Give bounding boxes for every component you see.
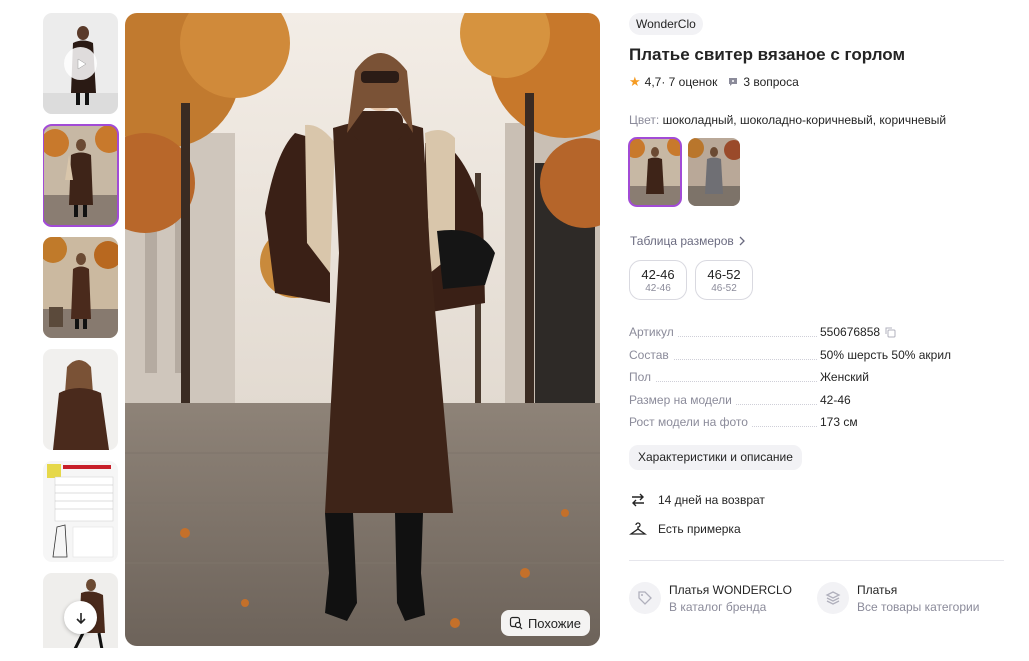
- main-product-photo[interactable]: Похожие: [125, 13, 600, 646]
- product-image: [125, 13, 600, 646]
- similar-products-button[interactable]: Похожие: [500, 610, 590, 636]
- brand-link[interactable]: WonderClo: [629, 13, 703, 35]
- size-ru-label: 42-46: [645, 283, 671, 294]
- color-label: Цвет:: [629, 113, 660, 127]
- questions-count: 3 вопроса: [743, 75, 799, 89]
- spec-key: Размер на модели: [629, 393, 736, 407]
- tag-icon: [638, 591, 652, 605]
- color-swatch-brown[interactable]: [628, 137, 682, 207]
- spec-row-model-height: Рост модели на фото 173 см: [629, 415, 929, 431]
- image-search-icon: [509, 616, 523, 630]
- star-icon: ★: [629, 74, 641, 89]
- link-title: Платья: [857, 582, 898, 597]
- thumbnail-video[interactable]: [43, 13, 118, 114]
- thumbnail-photo-3[interactable]: [43, 349, 118, 450]
- thumbnail-size-chart[interactable]: [43, 461, 118, 562]
- size-label: 46-52: [707, 267, 741, 282]
- spec-key: Состав: [629, 348, 673, 362]
- thumbnail-photo-2[interactable]: [43, 237, 118, 338]
- feature-fitting: Есть примерка: [629, 520, 741, 538]
- return-arrows-icon: [632, 493, 644, 507]
- divider: [629, 560, 1004, 561]
- category-link[interactable]: Платья Все товары категории: [817, 582, 979, 614]
- spec-value: 42-46: [820, 393, 851, 407]
- size-option-1[interactable]: 42-46 42-46: [629, 260, 687, 300]
- size-table-link[interactable]: Таблица размеров: [630, 234, 746, 248]
- spec-key: Артикул: [629, 325, 678, 339]
- reviews-count[interactable]: · 7 оценок: [661, 75, 717, 89]
- spec-value: Женский: [820, 370, 869, 384]
- spec-key: Рост модели на фото: [629, 415, 752, 429]
- spec-value: 550676858: [820, 325, 896, 339]
- copy-icon[interactable]: [885, 327, 896, 338]
- swatch-image: [688, 138, 740, 206]
- spec-row-model-size: Размер на модели 42-46: [629, 393, 929, 409]
- thumbnail-image: [43, 125, 118, 226]
- thumbnail-image: [43, 461, 118, 562]
- spec-value: 50% шерсть 50% акрил: [820, 348, 952, 362]
- rating-row: ★ 4,7 · 7 оценок 3 вопроса: [629, 74, 799, 90]
- spec-row-gender: Пол Женский: [629, 370, 929, 386]
- questions-link[interactable]: 3 вопроса: [727, 75, 799, 89]
- spec-value: 173 см: [820, 415, 858, 429]
- thumbnail-strip: [43, 13, 119, 648]
- product-title: Платье свитер вязаное с горлом: [629, 45, 906, 64]
- link-subtitle: Все товары категории: [857, 599, 980, 614]
- spec-leader-dots: [629, 381, 817, 382]
- link-title: Платья WONDERCLO: [669, 582, 792, 597]
- article-number: 550676858: [820, 325, 881, 339]
- size-option-2[interactable]: 46-52 46-52: [695, 260, 753, 300]
- size-ru-label: 46-52: [711, 283, 737, 294]
- spec-row-composition: Состав 50% шерсть 50% акрил: [629, 348, 951, 364]
- feature-text: 14 дней на возврат: [658, 493, 765, 507]
- thumbnail-photo-1[interactable]: [43, 124, 119, 227]
- arrow-down-icon: [75, 612, 86, 624]
- play-icon[interactable]: [64, 47, 97, 80]
- rating-value[interactable]: 4,7: [645, 75, 662, 89]
- link-subtitle: В каталог бренда: [669, 599, 767, 614]
- size-table-label: Таблица размеров: [630, 234, 734, 248]
- swatch-image: [629, 138, 681, 206]
- spec-key: Пол: [629, 370, 656, 384]
- similar-products-label: Похожие: [527, 615, 581, 631]
- color-swatch-grey[interactable]: [688, 138, 740, 206]
- characteristics-button[interactable]: Характеристики и описание: [629, 445, 802, 470]
- question-bubble-icon: [729, 78, 738, 86]
- chevron-right-icon: [739, 236, 745, 246]
- brand-catalog-link[interactable]: Платья WONDERCLO В каталог бренда: [629, 582, 792, 614]
- layers-icon: [825, 591, 841, 605]
- color-value: шоколадный, шоколадно-коричневый, коричн…: [662, 113, 947, 127]
- spec-row-article: Артикул 550676858: [629, 325, 929, 341]
- color-info: Цвет: шоколадный, шоколадно-коричневый, …: [629, 113, 946, 127]
- hanger-icon: [629, 522, 647, 535]
- thumbnail-image: [43, 237, 118, 338]
- feature-text: Есть примерка: [658, 522, 741, 536]
- scroll-thumbnails-button[interactable]: [64, 601, 97, 634]
- thumbnail-image: [43, 349, 118, 450]
- feature-returns: 14 дней на возврат: [629, 491, 765, 509]
- size-label: 42-46: [641, 267, 675, 282]
